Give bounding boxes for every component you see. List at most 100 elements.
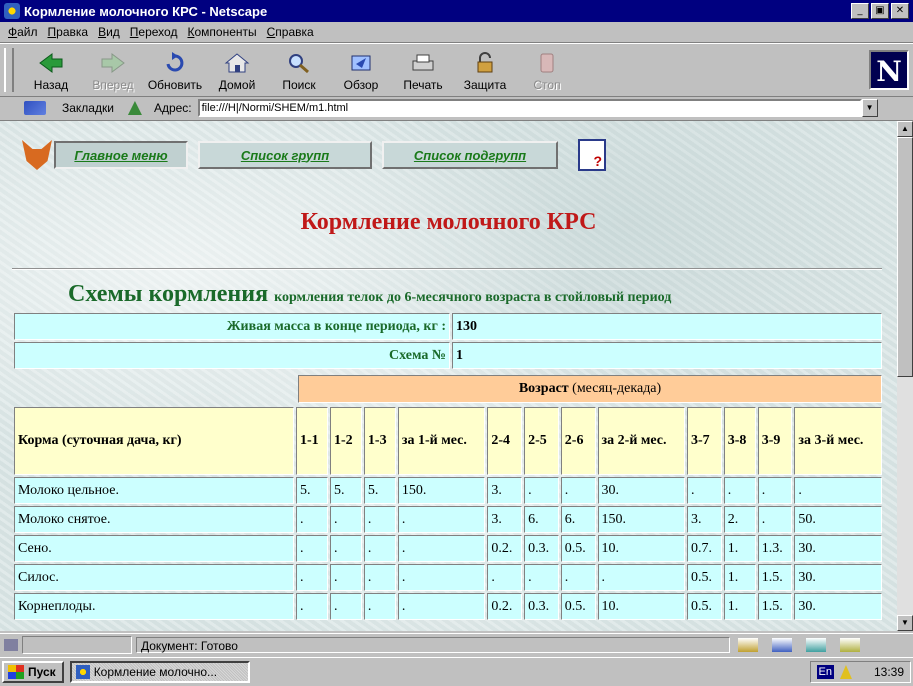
scheme-number-value: 1 — [452, 342, 882, 369]
security-status-icon[interactable] — [4, 639, 18, 651]
menu-go[interactable]: Переход — [130, 25, 178, 39]
language-indicator[interactable]: En — [816, 665, 834, 679]
feed-value-cell: 0.2. — [487, 593, 523, 620]
age-column-header: за 1-й мес. — [397, 407, 486, 475]
feed-value-cell: . — [397, 535, 486, 562]
clock[interactable]: 13:39 — [874, 665, 904, 679]
feed-value-cell: 1. — [723, 535, 756, 562]
netscape-task-icon — [75, 665, 90, 679]
minimize-button[interactable]: _ — [851, 3, 869, 19]
feed-value-cell: 0.2. — [487, 535, 523, 562]
feed-value-cell: . — [597, 564, 685, 591]
menu-view[interactable]: Вид — [98, 25, 120, 39]
windows-taskbar: Пуск Кормление молочно... En 13:39 — [0, 657, 913, 686]
feed-value-cell: 0.5. — [687, 593, 722, 620]
feed-value-cell: . — [296, 535, 328, 562]
search-button[interactable]: Поиск — [268, 52, 330, 92]
feed-name-cell: Силос. — [14, 564, 294, 591]
address-dropdown-button[interactable]: ▼ — [861, 99, 878, 117]
page-content: Главное меню Список групп Список подгруп… — [0, 121, 897, 631]
menu-file[interactable]: Файл — [8, 25, 38, 39]
feed-column-header: Корма (суточная дача, кг) — [14, 407, 294, 475]
age-header-note: (месяц-декада) — [572, 381, 662, 396]
bookmarks-icon[interactable] — [24, 101, 46, 115]
netscape-app-icon[interactable] — [4, 3, 20, 19]
age-column-header: 2-5 — [524, 407, 559, 475]
help-icon[interactable] — [578, 139, 606, 171]
security-lock-icon — [477, 52, 493, 73]
vertical-scrollbar[interactable]: ▲ ▼ — [897, 121, 913, 631]
feed-value-cell: . — [524, 564, 559, 591]
home-button[interactable]: Домой — [206, 52, 268, 92]
scheme-number-label: Схема № — [14, 342, 450, 369]
schemes-heading: Схемы кормления кормления телок до 6-меся… — [68, 281, 671, 308]
back-button[interactable]: Назад — [20, 52, 82, 92]
live-mass-value: 130 — [452, 313, 882, 340]
close-button[interactable]: ✕ — [891, 3, 909, 19]
feed-value-cell: 1.5. — [757, 593, 793, 620]
subgroup-list-button[interactable]: Список подгрупп — [382, 141, 558, 169]
menu-bar: Файл Правка Вид Переход Компоненты Справ… — [0, 22, 913, 43]
feed-value-cell: 6. — [524, 506, 559, 533]
status-text: Документ: Готово — [136, 637, 730, 653]
feed-value-cell: . — [723, 477, 756, 504]
taskbar-item-netscape[interactable]: Кормление молочно... — [69, 661, 250, 683]
schemes-heading-subtitle: кормления телок до 6-месячного возраста … — [274, 290, 672, 305]
title-bar: Кормление молочного КРС - Netscape _ ▣ ✕ — [0, 0, 913, 22]
scroll-down-button[interactable]: ▼ — [897, 615, 913, 631]
print-button[interactable]: Печать — [392, 52, 454, 92]
age-column-header: за 2-й мес. — [597, 407, 685, 475]
address-input[interactable]: file:///H|/Normi/SHEM/m1.html — [197, 99, 862, 117]
feed-value-cell: 5. — [363, 477, 396, 504]
feed-value-cell: . — [329, 564, 362, 591]
page-proxy-icon[interactable] — [127, 101, 142, 115]
discussions-component-icon[interactable] — [806, 638, 826, 652]
security-button[interactable]: Защита — [454, 52, 516, 92]
menu-components[interactable]: Компоненты — [187, 25, 256, 39]
feed-value-cell: . — [524, 477, 559, 504]
navigation-toolbar: Назад Вперед Обновить Домой Поиск Обзор … — [0, 43, 913, 97]
feed-value-cell: 0.5. — [687, 564, 722, 591]
stop-button[interactable]: Стоп — [516, 52, 578, 92]
feed-name-cell: Молоко снятое. — [14, 506, 294, 533]
feed-name-cell: Молоко цельное. — [14, 477, 294, 504]
print-icon — [412, 54, 434, 71]
forward-button[interactable]: Вперед — [82, 52, 144, 92]
feed-value-cell: 1.3. — [757, 535, 793, 562]
toolbar-grip[interactable] — [4, 48, 14, 92]
main-menu-button[interactable]: Главное меню — [54, 141, 188, 169]
reload-button[interactable]: Обновить — [144, 52, 206, 92]
system-tray: En 13:39 — [809, 661, 911, 683]
menu-edit[interactable]: Правка — [48, 25, 89, 39]
fox-logo-icon — [22, 140, 52, 170]
feed-value-cell: 2. — [723, 506, 756, 533]
guide-button[interactable]: Обзор — [330, 52, 392, 92]
feed-value-cell: . — [329, 535, 362, 562]
age-column-header: 3-9 — [757, 407, 793, 475]
feed-value-cell: . — [757, 477, 793, 504]
menu-help[interactable]: Справка — [267, 25, 314, 39]
group-list-button[interactable]: Список групп — [198, 141, 372, 169]
feed-value-cell: . — [296, 593, 328, 620]
feed-value-cell: . — [397, 593, 486, 620]
restore-button[interactable]: ▣ — [871, 3, 889, 19]
navigator-component-icon[interactable] — [738, 638, 758, 652]
window-title: Кормление молочного КРС - Netscape — [24, 3, 268, 19]
page-title: Кормление молочного КРС — [300, 209, 597, 235]
keyboard-layout-icon[interactable] — [839, 665, 852, 679]
windows-logo-icon — [8, 665, 24, 679]
netscape-logo[interactable]: N — [869, 50, 909, 90]
composer-component-icon[interactable] — [840, 638, 860, 652]
bookmarks-button[interactable]: Закладки — [62, 101, 114, 115]
age-header-label: Возраст — [518, 381, 569, 396]
horizontal-divider — [12, 268, 882, 270]
feed-value-cell: . — [296, 564, 328, 591]
start-button[interactable]: Пуск — [2, 661, 64, 683]
feed-value-cell: . — [363, 535, 396, 562]
table-row: Молоко снятое..... 3. 6. 6. 150. 3. 2.. 50. — [14, 506, 882, 533]
age-header: Возраст (месяц-декада) — [298, 375, 882, 403]
scroll-thumb[interactable] — [897, 137, 913, 377]
scheme-info-table: Живая масса в конце периода, кг : 130 Сх… — [12, 311, 884, 371]
mail-component-icon[interactable] — [772, 638, 792, 652]
scroll-up-button[interactable]: ▲ — [897, 121, 913, 137]
